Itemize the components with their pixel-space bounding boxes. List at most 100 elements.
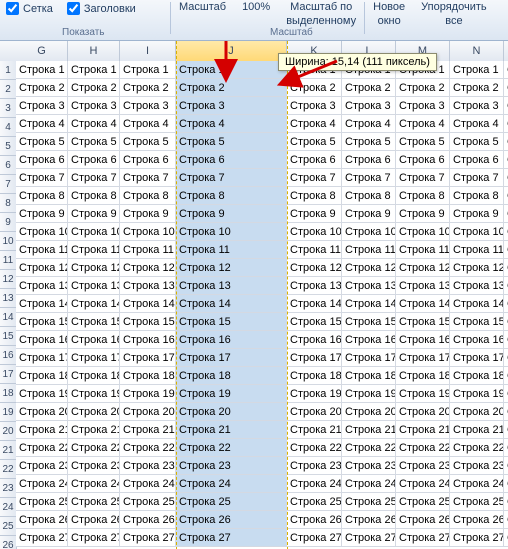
cell[interactable]: Строка 8 [287, 187, 342, 205]
cell[interactable]: Строка 23 [396, 457, 450, 475]
cell[interactable]: Строка 22 [68, 439, 120, 457]
cell[interactable]: Строка 7 [176, 169, 287, 187]
cell[interactable]: Строка 7 [120, 169, 176, 187]
row-header[interactable]: 16 [0, 346, 16, 365]
cell[interactable]: Строка 13 [396, 277, 450, 295]
cell[interactable]: Строка 21 [450, 421, 504, 439]
cell[interactable]: Строка 2 [504, 79, 508, 97]
cell[interactable]: Строка 15 [176, 313, 287, 331]
row-header[interactable]: 12 [0, 270, 16, 289]
cell[interactable]: Строка 4 [287, 115, 342, 133]
cell[interactable]: Строка 14 [176, 295, 287, 313]
row-header[interactable]: 5 [0, 137, 16, 156]
cell[interactable]: Строка 8 [342, 187, 396, 205]
cell[interactable]: Строка 15 [450, 313, 504, 331]
cell[interactable]: Строка 16 [176, 331, 287, 349]
cell[interactable]: Строка 20 [287, 403, 342, 421]
cell[interactable]: Строка 8 [120, 187, 176, 205]
cell[interactable]: Строка 18 [396, 367, 450, 385]
cell[interactable]: Строка 25 [120, 493, 176, 511]
cell[interactable]: Строка 12 [450, 259, 504, 277]
row-header[interactable]: 2 [0, 80, 16, 99]
cell[interactable]: Строка 20 [120, 403, 176, 421]
cell[interactable]: Строка 4 [176, 115, 287, 133]
cell[interactable]: Строка 15 [396, 313, 450, 331]
cell[interactable]: Строка 24 [68, 475, 120, 493]
cell[interactable]: Строка 19 [396, 385, 450, 403]
row-header[interactable]: 11 [0, 251, 16, 270]
cell[interactable]: Строка 11 [176, 241, 287, 259]
column-header-i[interactable]: I [120, 41, 176, 61]
cell[interactable]: Строка 23 [120, 457, 176, 475]
cell[interactable]: Строка 27 [450, 529, 504, 547]
cell[interactable]: Строка 10 [342, 223, 396, 241]
cell[interactable]: Строка 12 [342, 259, 396, 277]
zoom-button[interactable]: Масштаб [171, 0, 234, 41]
cell[interactable]: Строка 15 [68, 313, 120, 331]
cell[interactable]: Строка 24 [287, 475, 342, 493]
cell[interactable]: Строка 13 [16, 277, 68, 295]
cell[interactable]: Строка 25 [396, 493, 450, 511]
cell[interactable]: Строка 3 [287, 97, 342, 115]
cell[interactable]: Строка 6 [396, 151, 450, 169]
cell[interactable]: Строка 15 [16, 313, 68, 331]
cell[interactable]: Строка 17 [176, 349, 287, 367]
cell[interactable]: Строка 11 [342, 241, 396, 259]
cells-area[interactable]: Строка 1Строка 1Строка 1Строка 1Строка 1… [16, 61, 508, 549]
cell[interactable]: Строка 13 [120, 277, 176, 295]
cell[interactable]: Строка 9 [176, 205, 287, 223]
cell[interactable]: Строка 1 [504, 61, 508, 79]
cell[interactable]: Строка 6 [287, 151, 342, 169]
cell[interactable]: Строка 21 [396, 421, 450, 439]
cell[interactable]: Строка 5 [68, 133, 120, 151]
cell[interactable]: Строка 24 [396, 475, 450, 493]
row-header[interactable]: 24 [0, 498, 16, 517]
cell[interactable]: Строка 9 [450, 205, 504, 223]
cell[interactable]: Строка 23 [287, 457, 342, 475]
cell[interactable]: Строка 6 [120, 151, 176, 169]
cell[interactable]: Строка 19 [176, 385, 287, 403]
cell[interactable]: Строка 22 [450, 439, 504, 457]
row-header[interactable]: 23 [0, 479, 16, 498]
cell[interactable]: Строка 14 [68, 295, 120, 313]
cell[interactable]: Строка 19 [16, 385, 68, 403]
cell[interactable]: Строка 19 [287, 385, 342, 403]
cell[interactable]: Строка 9 [342, 205, 396, 223]
select-all-corner[interactable] [0, 41, 17, 62]
cell[interactable]: Строка 16 [120, 331, 176, 349]
cell[interactable]: Строка 25 [287, 493, 342, 511]
cell[interactable]: Строка 15 [120, 313, 176, 331]
cell[interactable]: Строка 25 [16, 493, 68, 511]
row-header[interactable]: 17 [0, 365, 16, 384]
headings-checkbox[interactable]: Заголовки [67, 2, 136, 15]
cell[interactable]: Строка 16 [68, 331, 120, 349]
cell[interactable]: Строка 21 [16, 421, 68, 439]
cell[interactable]: Строка 23 [176, 457, 287, 475]
cell[interactable]: Строка 20 [176, 403, 287, 421]
row-header[interactable]: 18 [0, 384, 16, 403]
cell[interactable]: Строка 26 [287, 511, 342, 529]
row-header[interactable]: 22 [0, 460, 16, 479]
gridlines-check-input[interactable] [6, 2, 19, 15]
cell[interactable]: Строка 2 [176, 79, 287, 97]
row-header[interactable]: 4 [0, 118, 16, 137]
cell[interactable]: Строка 18 [120, 367, 176, 385]
cell[interactable]: Строка 27 [504, 529, 508, 547]
cell[interactable]: Строка 16 [450, 331, 504, 349]
cell[interactable]: Строка 9 [287, 205, 342, 223]
cell[interactable]: Строка 11 [396, 241, 450, 259]
cell[interactable]: Строка 20 [342, 403, 396, 421]
cell[interactable]: Строка 26 [176, 511, 287, 529]
cell[interactable]: Строка 18 [68, 367, 120, 385]
cell[interactable]: Строка 5 [287, 133, 342, 151]
cell[interactable]: Строка 16 [396, 331, 450, 349]
cell[interactable]: Строка 9 [504, 205, 508, 223]
cell[interactable]: Строка 8 [16, 187, 68, 205]
cell[interactable]: Строка 25 [68, 493, 120, 511]
cell[interactable]: Строка 13 [450, 277, 504, 295]
cell[interactable]: Строка 21 [287, 421, 342, 439]
cell[interactable]: Строка 19 [68, 385, 120, 403]
cell[interactable]: Строка 11 [68, 241, 120, 259]
cell[interactable]: Строка 3 [16, 97, 68, 115]
cell[interactable]: Строка 7 [287, 169, 342, 187]
